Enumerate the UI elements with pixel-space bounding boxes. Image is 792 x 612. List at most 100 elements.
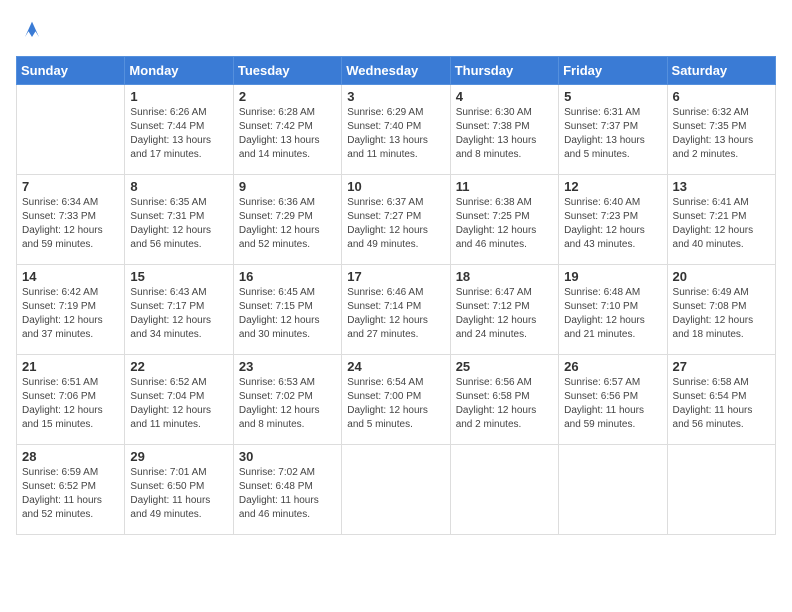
day-number: 26 <box>564 359 661 374</box>
day-number: 2 <box>239 89 336 104</box>
day-info: Sunrise: 6:26 AMSunset: 7:44 PMDaylight:… <box>130 106 227 162</box>
weekday-header-thursday: Thursday <box>450 57 558 85</box>
calendar-cell: 18 Sunrise: 6:47 AMSunset: 7:12 PMDayligh… <box>450 265 558 355</box>
day-info: Sunrise: 6:51 AMSunset: 7:06 PMDaylight:… <box>22 376 119 432</box>
calendar-cell: 28 Sunrise: 6:59 AMSunset: 6:52 PMDayligh… <box>17 445 125 535</box>
calendar-cell <box>17 85 125 175</box>
day-number: 6 <box>673 89 770 104</box>
calendar-cell <box>450 445 558 535</box>
day-number: 20 <box>673 269 770 284</box>
calendar-cell: 27 Sunrise: 6:58 AMSunset: 6:54 PMDayligh… <box>667 355 775 445</box>
day-info: Sunrise: 6:38 AMSunset: 7:25 PMDaylight:… <box>456 196 553 252</box>
day-info: Sunrise: 6:56 AMSunset: 6:58 PMDaylight:… <box>456 376 553 432</box>
day-info: Sunrise: 6:35 AMSunset: 7:31 PMDaylight:… <box>130 196 227 252</box>
day-number: 18 <box>456 269 553 284</box>
week-row-5: 28 Sunrise: 6:59 AMSunset: 6:52 PMDayligh… <box>17 445 776 535</box>
day-number: 19 <box>564 269 661 284</box>
day-info: Sunrise: 6:43 AMSunset: 7:17 PMDaylight:… <box>130 286 227 342</box>
day-info: Sunrise: 7:02 AMSunset: 6:48 PMDaylight:… <box>239 466 336 522</box>
day-number: 23 <box>239 359 336 374</box>
day-info: Sunrise: 6:58 AMSunset: 6:54 PMDaylight:… <box>673 376 770 432</box>
day-number: 4 <box>456 89 553 104</box>
calendar-cell: 13Sunrise: 6:41 AMSunset: 7:21 PMDayligh… <box>667 175 775 265</box>
day-number: 29 <box>130 449 227 464</box>
day-info: Sunrise: 6:59 AMSunset: 6:52 PMDaylight:… <box>22 466 119 522</box>
day-number: 14 <box>22 269 119 284</box>
day-info: Sunrise: 6:34 AMSunset: 7:33 PMDaylight:… <box>22 196 119 252</box>
weekday-header-tuesday: Tuesday <box>233 57 341 85</box>
week-row-2: 7 Sunrise: 6:34 AMSunset: 7:33 PMDaylight… <box>17 175 776 265</box>
day-info: Sunrise: 6:36 AMSunset: 7:29 PMDaylight:… <box>239 196 336 252</box>
calendar-cell: 3Sunrise: 6:29 AMSunset: 7:40 PMDaylight… <box>342 85 450 175</box>
day-number: 27 <box>673 359 770 374</box>
calendar-cell: 10 Sunrise: 6:37 AMSunset: 7:27 PMDayligh… <box>342 175 450 265</box>
day-number: 25 <box>456 359 553 374</box>
day-number: 11 <box>456 179 553 194</box>
calendar-cell: 26 Sunrise: 6:57 AMSunset: 6:56 PMDayligh… <box>559 355 667 445</box>
calendar-cell: 22 Sunrise: 6:52 AMSunset: 7:04 PMDayligh… <box>125 355 233 445</box>
weekday-header-monday: Monday <box>125 57 233 85</box>
calendar-cell: 5Sunrise: 6:31 AMSunset: 7:37 PMDaylight… <box>559 85 667 175</box>
calendar-cell <box>559 445 667 535</box>
calendar-cell: 15 Sunrise: 6:43 AMSunset: 7:17 PMDayligh… <box>125 265 233 355</box>
day-info: Sunrise: 6:47 AMSunset: 7:12 PMDaylight:… <box>456 286 553 342</box>
day-number: 9 <box>239 179 336 194</box>
calendar-cell: 11 Sunrise: 6:38 AMSunset: 7:25 PMDayligh… <box>450 175 558 265</box>
page-header <box>16 16 776 44</box>
calendar-cell: 4 Sunrise: 6:30 AMSunset: 7:38 PMDaylight… <box>450 85 558 175</box>
calendar-cell: 17 Sunrise: 6:46 AMSunset: 7:14 PMDayligh… <box>342 265 450 355</box>
day-number: 13 <box>673 179 770 194</box>
weekday-header-friday: Friday <box>559 57 667 85</box>
calendar-cell: 25 Sunrise: 6:56 AMSunset: 6:58 PMDayligh… <box>450 355 558 445</box>
day-info: Sunrise: 6:28 AMSunset: 7:42 PMDaylight:… <box>239 106 336 162</box>
calendar-cell: 19 Sunrise: 6:48 AMSunset: 7:10 PMDayligh… <box>559 265 667 355</box>
calendar-cell: 12 Sunrise: 6:40 AMSunset: 7:23 PMDayligh… <box>559 175 667 265</box>
day-info: Sunrise: 6:57 AMSunset: 6:56 PMDaylight:… <box>564 376 661 432</box>
day-info: Sunrise: 6:46 AMSunset: 7:14 PMDaylight:… <box>347 286 444 342</box>
calendar-cell: 14 Sunrise: 6:42 AMSunset: 7:19 PMDayligh… <box>17 265 125 355</box>
day-number: 7 <box>22 179 119 194</box>
weekday-header-row: SundayMondayTuesdayWednesdayThursdayFrid… <box>17 57 776 85</box>
day-info: Sunrise: 6:45 AMSunset: 7:15 PMDaylight:… <box>239 286 336 342</box>
day-number: 22 <box>130 359 227 374</box>
day-number: 28 <box>22 449 119 464</box>
weekday-header-wednesday: Wednesday <box>342 57 450 85</box>
calendar-cell: 2 Sunrise: 6:28 AMSunset: 7:42 PMDaylight… <box>233 85 341 175</box>
logo <box>16 16 46 44</box>
calendar-cell: 30 Sunrise: 7:02 AMSunset: 6:48 PMDayligh… <box>233 445 341 535</box>
day-number: 16 <box>239 269 336 284</box>
calendar-cell: 8Sunrise: 6:35 AMSunset: 7:31 PMDaylight… <box>125 175 233 265</box>
calendar-cell: 23 Sunrise: 6:53 AMSunset: 7:02 PMDayligh… <box>233 355 341 445</box>
day-info: Sunrise: 6:54 AMSunset: 7:00 PMDaylight:… <box>347 376 444 432</box>
day-number: 3 <box>347 89 444 104</box>
calendar-cell: 29Sunrise: 7:01 AMSunset: 6:50 PMDayligh… <box>125 445 233 535</box>
day-number: 30 <box>239 449 336 464</box>
day-number: 24 <box>347 359 444 374</box>
day-info: Sunrise: 6:30 AMSunset: 7:38 PMDaylight:… <box>456 106 553 162</box>
day-info: Sunrise: 6:48 AMSunset: 7:10 PMDaylight:… <box>564 286 661 342</box>
day-info: Sunrise: 6:42 AMSunset: 7:19 PMDaylight:… <box>22 286 119 342</box>
weekday-header-saturday: Saturday <box>667 57 775 85</box>
calendar-cell: 1Sunrise: 6:26 AMSunset: 7:44 PMDaylight… <box>125 85 233 175</box>
day-number: 21 <box>22 359 119 374</box>
day-number: 17 <box>347 269 444 284</box>
day-info: Sunrise: 6:37 AMSunset: 7:27 PMDaylight:… <box>347 196 444 252</box>
calendar-cell: 24 Sunrise: 6:54 AMSunset: 7:00 PMDayligh… <box>342 355 450 445</box>
day-info: Sunrise: 6:49 AMSunset: 7:08 PMDaylight:… <box>673 286 770 342</box>
day-number: 5 <box>564 89 661 104</box>
day-number: 12 <box>564 179 661 194</box>
day-info: Sunrise: 6:52 AMSunset: 7:04 PMDaylight:… <box>130 376 227 432</box>
calendar-cell: 16 Sunrise: 6:45 AMSunset: 7:15 PMDayligh… <box>233 265 341 355</box>
calendar-cell <box>342 445 450 535</box>
calendar-cell: 9 Sunrise: 6:36 AMSunset: 7:29 PMDaylight… <box>233 175 341 265</box>
calendar-cell: 7 Sunrise: 6:34 AMSunset: 7:33 PMDaylight… <box>17 175 125 265</box>
week-row-3: 14 Sunrise: 6:42 AMSunset: 7:19 PMDayligh… <box>17 265 776 355</box>
day-info: Sunrise: 6:53 AMSunset: 7:02 PMDaylight:… <box>239 376 336 432</box>
day-number: 15 <box>130 269 227 284</box>
calendar-table: SundayMondayTuesdayWednesdayThursdayFrid… <box>16 56 776 535</box>
calendar-cell: 21 Sunrise: 6:51 AMSunset: 7:06 PMDayligh… <box>17 355 125 445</box>
day-info: Sunrise: 6:40 AMSunset: 7:23 PMDaylight:… <box>564 196 661 252</box>
week-row-1: 1Sunrise: 6:26 AMSunset: 7:44 PMDaylight… <box>17 85 776 175</box>
calendar-cell: 6Sunrise: 6:32 AMSunset: 7:35 PMDaylight… <box>667 85 775 175</box>
day-number: 10 <box>347 179 444 194</box>
